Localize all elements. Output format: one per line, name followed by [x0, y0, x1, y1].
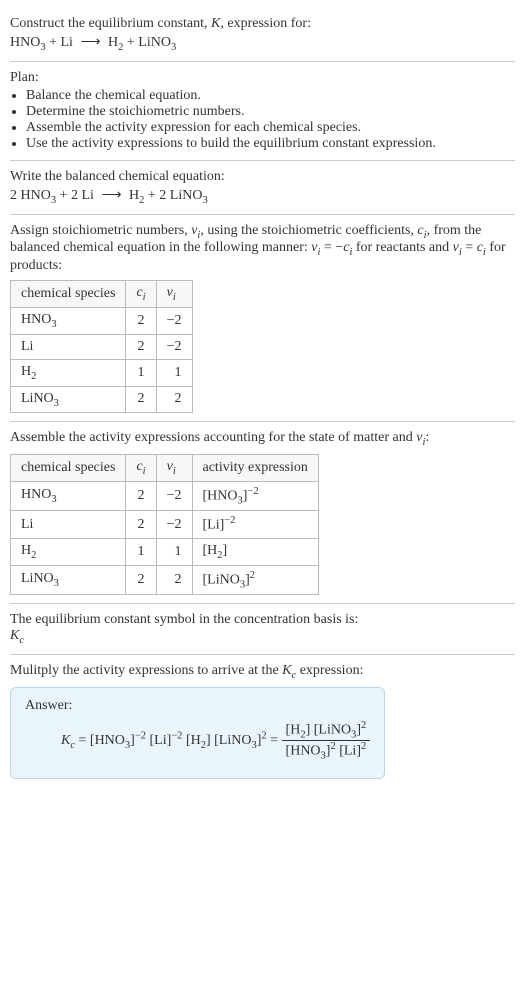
- col-ci: ci: [126, 455, 156, 482]
- cell-species: HNO3: [11, 307, 126, 334]
- cell-activity: [HNO3]−2: [192, 481, 318, 510]
- plan-item: Use the activity expressions to build th…: [26, 136, 515, 152]
- balanced-equation: 2 HNO3 + 2 Li ⟶ H2 + 2 LiNO3: [10, 187, 515, 206]
- plan-item: Determine the stoichiometric numbers.: [26, 104, 515, 120]
- basis-section: The equilibrium constant symbol in the c…: [10, 604, 515, 655]
- cell-species: LiNO3: [11, 386, 126, 413]
- col-activity: activity expression: [192, 455, 318, 482]
- cell-activity: [Li]−2: [192, 511, 318, 539]
- cell-species: Li: [11, 511, 126, 539]
- cell-vi: −2: [156, 334, 192, 359]
- cell-vi: −2: [156, 481, 192, 510]
- cell-species: Li: [11, 334, 126, 359]
- answer-box: Answer: Kc = [HNO3]−2 [Li]−2 [H2] [LiNO3…: [10, 687, 385, 779]
- cell-vi: 2: [156, 386, 192, 413]
- cell-species: H2: [11, 359, 126, 386]
- cell-activity: [LiNO3]2: [192, 565, 318, 594]
- assemble-table: chemical species ci νi activity expressi…: [10, 454, 319, 595]
- assign-section: Assign stoichiometric numbers, νi, using…: [10, 215, 515, 423]
- cell-vi: 2: [156, 565, 192, 594]
- table-row: H2 1 1 [H2]: [11, 539, 319, 566]
- assign-text: Assign stoichiometric numbers, νi, using…: [10, 223, 515, 275]
- cell-vi: −2: [156, 511, 192, 539]
- col-vi: νi: [156, 281, 192, 308]
- intro-section: Construct the equilibrium constant, K, e…: [10, 8, 515, 62]
- intro-equation: HNO3 + Li ⟶ H2 + LiNO3: [10, 34, 515, 53]
- plan-heading: Plan:: [10, 70, 515, 86]
- cell-ci: 1: [126, 359, 156, 386]
- answer-label: Answer:: [25, 698, 370, 714]
- cell-vi: 1: [156, 359, 192, 386]
- cell-vi: −2: [156, 307, 192, 334]
- cell-species: HNO3: [11, 481, 126, 510]
- table-row: LiNO3 2 2 [LiNO3]2: [11, 565, 319, 594]
- table-header-row: chemical species ci νi activity expressi…: [11, 455, 319, 482]
- assemble-text: Assemble the activity expressions accoun…: [10, 430, 515, 448]
- cell-ci: 1: [126, 539, 156, 566]
- multiply-text: Mulitply the activity expressions to arr…: [10, 663, 515, 681]
- col-ci: ci: [126, 281, 156, 308]
- cell-vi: 1: [156, 539, 192, 566]
- table-row: LiNO3 2 2: [11, 386, 193, 413]
- cell-ci: 2: [126, 386, 156, 413]
- basis-symbol: Kc: [10, 628, 515, 646]
- cell-ci: 2: [126, 307, 156, 334]
- table-row: Li 2 −2: [11, 334, 193, 359]
- col-species: chemical species: [11, 281, 126, 308]
- plan-item: Balance the chemical equation.: [26, 88, 515, 104]
- cell-ci: 2: [126, 481, 156, 510]
- plan-section: Plan: Balance the chemical equation. Det…: [10, 62, 515, 161]
- cell-ci: 2: [126, 511, 156, 539]
- balanced-heading: Write the balanced chemical equation:: [10, 169, 515, 185]
- cell-species: H2: [11, 539, 126, 566]
- balanced-section: Write the balanced chemical equation: 2 …: [10, 161, 515, 215]
- col-vi: νi: [156, 455, 192, 482]
- plan-item: Assemble the activity expression for eac…: [26, 120, 515, 136]
- table-header-row: chemical species ci νi: [11, 281, 193, 308]
- assemble-section: Assemble the activity expressions accoun…: [10, 422, 515, 604]
- basis-line: The equilibrium constant symbol in the c…: [10, 612, 515, 628]
- table-row: HNO3 2 −2 [HNO3]−2: [11, 481, 319, 510]
- table-row: Li 2 −2 [Li]−2: [11, 511, 319, 539]
- col-species: chemical species: [11, 455, 126, 482]
- plan-list: Balance the chemical equation. Determine…: [10, 88, 515, 152]
- answer-expression: Kc = [HNO3]−2 [Li]−2 [H2] [LiNO3]2 = [H2…: [61, 720, 370, 762]
- assign-table: chemical species ci νi HNO3 2 −2 Li 2 −2…: [10, 280, 193, 413]
- cell-ci: 2: [126, 334, 156, 359]
- cell-ci: 2: [126, 565, 156, 594]
- cell-activity: [H2]: [192, 539, 318, 566]
- intro-line: Construct the equilibrium constant, K, e…: [10, 16, 515, 32]
- multiply-section: Mulitply the activity expressions to arr…: [10, 655, 515, 779]
- table-row: H2 1 1: [11, 359, 193, 386]
- table-row: HNO3 2 −2: [11, 307, 193, 334]
- cell-species: LiNO3: [11, 565, 126, 594]
